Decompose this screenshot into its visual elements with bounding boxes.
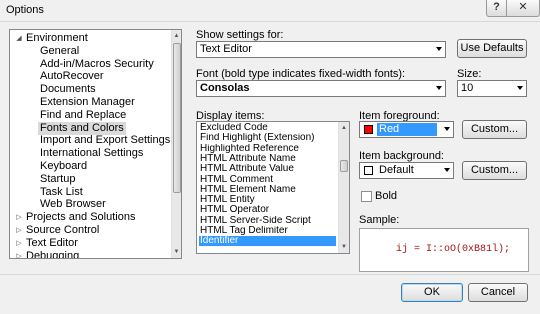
chevron-down-icon: [444, 127, 450, 131]
cancel-button[interactable]: Cancel: [468, 283, 528, 302]
bold-checkbox[interactable]: [361, 191, 372, 202]
collapsed-arrow-icon[interactable]: ▷: [15, 224, 23, 237]
font-combo[interactable]: Consolas: [196, 80, 446, 97]
tree-item-label: Debugging: [26, 249, 80, 259]
sample-preview: ij = I::oO(0xB81l);: [359, 228, 529, 272]
tree-item-label: Text Editor: [26, 236, 78, 249]
expanded-arrow-icon[interactable]: ◢: [15, 32, 23, 45]
scroll-down-icon[interactable]: ▼: [339, 241, 349, 253]
collapsed-arrow-icon[interactable]: ▷: [15, 211, 23, 224]
display-item[interactable]: Identifier: [199, 236, 336, 247]
tree-item-label: Startup: [40, 172, 76, 185]
size-label: Size:: [457, 68, 482, 80]
tree-item-label: Task List: [40, 185, 83, 198]
show-settings-label: Show settings for:: [196, 29, 284, 41]
item-background-label: Item background:: [359, 150, 444, 162]
show-settings-value: Text Editor: [200, 43, 252, 55]
tree-item-label: Find and Replace: [40, 108, 127, 121]
size-value: 10: [461, 82, 474, 94]
tree-item-label: Fonts and Colors: [38, 121, 126, 135]
footer-separator: [0, 274, 540, 275]
item-background-value: Default: [379, 164, 414, 176]
foreground-color-swatch: [364, 125, 373, 134]
display-items-list[interactable]: Excluded Code Find Highlight (Extension) H…: [196, 121, 350, 254]
item-background-combo[interactable]: Default: [359, 162, 454, 179]
display-item[interactable]: HTML Server-Side Script: [199, 216, 336, 226]
scroll-up-icon[interactable]: ▲: [339, 122, 349, 134]
font-label: Font (bold type indicates fixed-width fo…: [196, 68, 406, 80]
tree-item-label: General: [40, 44, 80, 57]
tree-item-label: Add-in/Macros Security: [40, 57, 154, 70]
size-combo[interactable]: 10: [457, 80, 527, 97]
scroll-down-icon[interactable]: ▼: [172, 246, 181, 258]
chevron-down-icon: [444, 168, 450, 172]
options-tree[interactable]: ◢ Environment General Add-in/Macros Securit…: [9, 29, 182, 259]
ok-button[interactable]: OK: [401, 283, 463, 302]
chevron-down-icon: [436, 47, 442, 51]
tree-item-label: Source Control: [26, 224, 100, 236]
scroll-up-icon[interactable]: ▲: [172, 30, 181, 42]
display-item[interactable]: Excluded Code: [199, 123, 336, 133]
show-settings-combo[interactable]: Text Editor: [196, 41, 446, 58]
tree-item-label: Web Browser: [40, 198, 106, 211]
close-button[interactable]: ✕: [507, 0, 540, 17]
display-items-scrollbar[interactable]: ▲ ▼: [338, 122, 349, 253]
display-item[interactable]: HTML Attribute Value: [199, 164, 336, 174]
display-item[interactable]: HTML Element Name: [199, 185, 336, 195]
tree-item-label: AutoRecover: [40, 70, 104, 83]
window-title: Options: [6, 4, 44, 16]
display-item[interactable]: HTML Tag Delimiter: [199, 226, 336, 236]
bold-label: Bold: [375, 190, 398, 202]
tree-item-label: Extension Manager: [40, 96, 135, 108]
tree-item-label: Keyboard: [40, 160, 88, 172]
collapsed-arrow-icon[interactable]: ▷: [15, 250, 23, 258]
foreground-custom-button[interactable]: Custom...: [462, 120, 527, 139]
display-item[interactable]: HTML Comment: [199, 175, 336, 185]
display-item[interactable]: Find Highlight (Extension): [199, 133, 336, 143]
tree-scroll-thumb[interactable]: [173, 43, 181, 193]
collapsed-arrow-icon[interactable]: ▷: [15, 237, 23, 250]
background-custom-button[interactable]: Custom...: [462, 161, 527, 180]
item-foreground-value: Red: [377, 123, 437, 136]
background-color-swatch: [364, 166, 373, 175]
chevron-down-icon: [436, 86, 442, 90]
help-button[interactable]: ?: [486, 0, 507, 17]
sample-label: Sample:: [359, 214, 400, 226]
tree-item-label: Import and Export Settings: [40, 134, 171, 147]
use-defaults-button[interactable]: Use Defaults: [457, 39, 527, 58]
font-value: Consolas: [200, 82, 250, 94]
display-item[interactable]: HTML Entity: [199, 195, 336, 205]
display-item[interactable]: HTML Attribute Name: [199, 154, 336, 164]
tree-scrollbar[interactable]: ▲ ▼: [171, 30, 181, 258]
tree-item-label: Environment: [26, 32, 88, 44]
display-item[interactable]: Highlighted Reference: [199, 144, 336, 154]
sample-text: ij = I::oO(0xB81l);: [396, 244, 511, 255]
title-bar: [0, 0, 540, 22]
tree-item-label: International Settings: [40, 147, 144, 160]
tree-item-label: Projects and Solutions: [26, 211, 136, 224]
chevron-down-icon: [517, 86, 523, 90]
item-foreground-combo[interactable]: Red: [359, 121, 454, 138]
tree-item-label: Documents: [40, 83, 96, 96]
display-item[interactable]: HTML Operator: [199, 205, 336, 215]
display-items-scroll-thumb[interactable]: [340, 160, 348, 172]
